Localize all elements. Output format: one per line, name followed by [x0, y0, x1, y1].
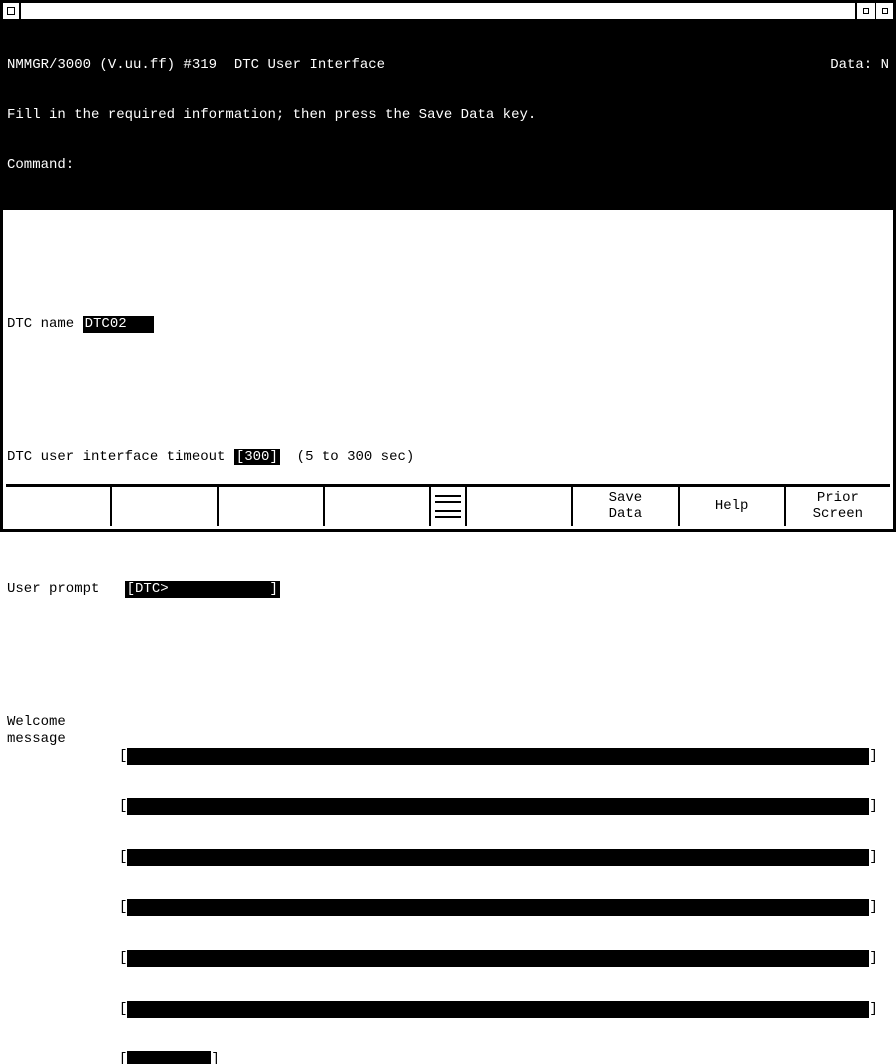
window-minimize-button[interactable]	[857, 3, 875, 19]
prompt-row: User prompt [DTC> ]	[7, 581, 889, 599]
command-prompt[interactable]: Command:	[7, 157, 889, 174]
dtc-name-label: DTC name	[7, 316, 83, 333]
fkey-4[interactable]	[325, 487, 431, 526]
fkey-3[interactable]	[219, 487, 325, 526]
welcome-line-7[interactable]	[127, 1051, 211, 1064]
screen-header: NMMGR/3000 (V.uu.ff) #319 DTC User Inter…	[3, 21, 893, 210]
window-maximize-button[interactable]	[875, 3, 893, 19]
welcome-block: Welcome message [] [] [] [] [] [] []	[7, 714, 889, 1064]
welcome-line-2[interactable]	[127, 798, 869, 815]
welcome-lines: [] [] [] [] [] [] []	[119, 714, 889, 1064]
welcome-label: Welcome message	[7, 714, 119, 748]
timeout-label: DTC user interface timeout	[7, 449, 234, 466]
form-body: DTC name DTC02 DTC user interface timeou…	[3, 210, 893, 1064]
timeout-row: DTC user interface timeout [300] (5 to 3…	[7, 449, 889, 467]
welcome-line-3[interactable]	[127, 849, 869, 866]
window-close-button[interactable]	[3, 3, 21, 19]
fkey-prior-screen[interactable]: PriorScreen	[786, 487, 890, 526]
window-titlebar	[3, 3, 893, 21]
dtc-name-field[interactable]: DTC02	[83, 316, 154, 333]
prompt-field[interactable]: [DTC> ]	[125, 581, 280, 598]
fkey-1[interactable]	[6, 487, 112, 526]
function-keys: SaveData Help PriorScreen	[6, 484, 890, 526]
prompt-label: User prompt	[7, 581, 125, 598]
welcome-line-1[interactable]	[127, 748, 869, 765]
timeout-hint: (5 to 300 sec)	[280, 449, 414, 466]
terminal-window: NMMGR/3000 (V.uu.ff) #319 DTC User Inter…	[0, 0, 896, 532]
window-controls	[855, 3, 893, 19]
fkey-2[interactable]	[112, 487, 218, 526]
titlebar-spacer	[21, 3, 855, 19]
data-flag: Data: N	[830, 57, 889, 74]
fkey-5[interactable]	[467, 487, 573, 526]
welcome-line-4[interactable]	[127, 899, 869, 916]
screen-title: NMMGR/3000 (V.uu.ff) #319 DTC User Inter…	[7, 57, 830, 74]
timeout-field[interactable]: [300]	[234, 449, 280, 466]
instruction-text: Fill in the required information; then p…	[7, 107, 889, 124]
fkey-separator	[431, 487, 467, 526]
fkey-save-data[interactable]: SaveData	[573, 487, 679, 526]
fkey-help[interactable]: Help	[680, 487, 786, 526]
welcome-line-6[interactable]	[127, 1001, 869, 1018]
welcome-line-5[interactable]	[127, 950, 869, 967]
dtc-name-row: DTC name DTC02	[7, 316, 889, 334]
